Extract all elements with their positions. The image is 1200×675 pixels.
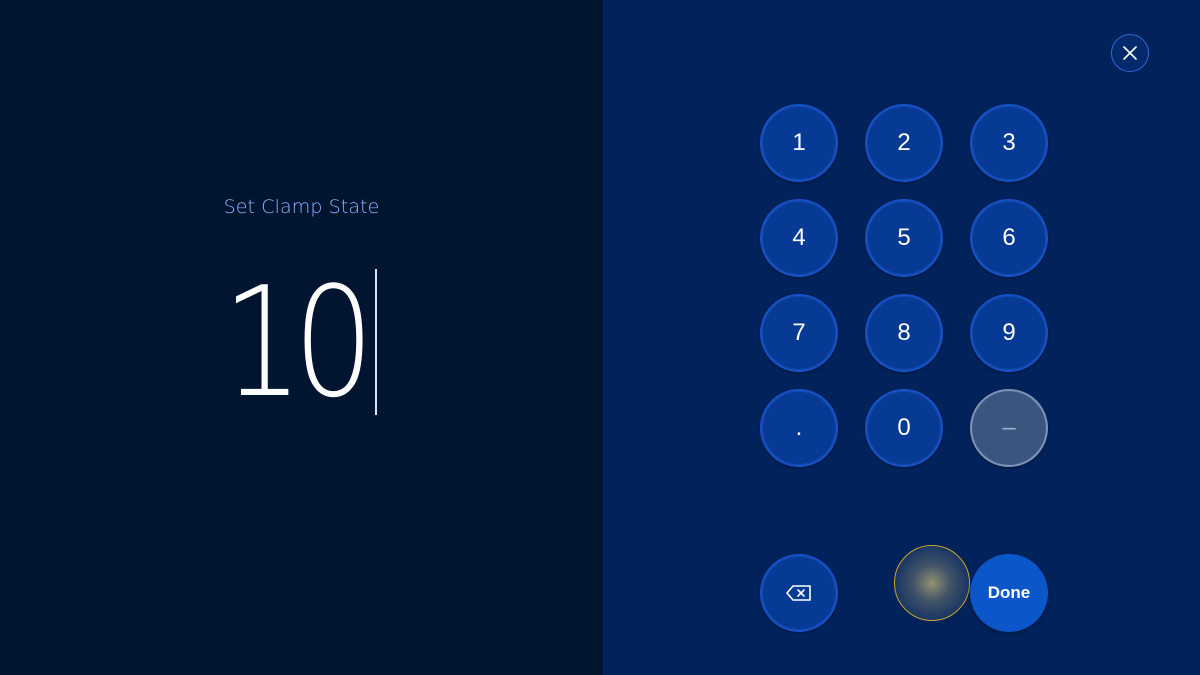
key-6[interactable]: 6: [970, 199, 1048, 277]
key-minus[interactable]: –: [970, 389, 1048, 467]
number-entry-dialog: Set Clamp State 10 1 2 3 4 5 6 7 8 9 . 0…: [0, 0, 1200, 675]
key-7[interactable]: 7: [760, 294, 838, 372]
backspace-icon: [786, 585, 811, 601]
close-icon: [1123, 46, 1137, 60]
key-5[interactable]: 5: [865, 199, 943, 277]
key-3[interactable]: 3: [970, 104, 1048, 182]
text-caret: [375, 269, 377, 415]
done-button[interactable]: Done: [970, 554, 1048, 632]
value-display[interactable]: 10: [222, 258, 374, 428]
key-0[interactable]: 0: [865, 389, 943, 467]
close-button[interactable]: [1111, 34, 1149, 72]
key-9[interactable]: 9: [970, 294, 1048, 372]
prompt-label: Set Clamp State: [223, 196, 380, 218]
key-2[interactable]: 2: [865, 104, 943, 182]
key-4[interactable]: 4: [760, 199, 838, 277]
key-1[interactable]: 1: [760, 104, 838, 182]
key-8[interactable]: 8: [865, 294, 943, 372]
value-display-panel: Set Clamp State 10: [0, 0, 603, 675]
touch-press-indicator: [894, 545, 970, 621]
key-decimal[interactable]: .: [760, 389, 838, 467]
backspace-button[interactable]: [760, 554, 838, 632]
